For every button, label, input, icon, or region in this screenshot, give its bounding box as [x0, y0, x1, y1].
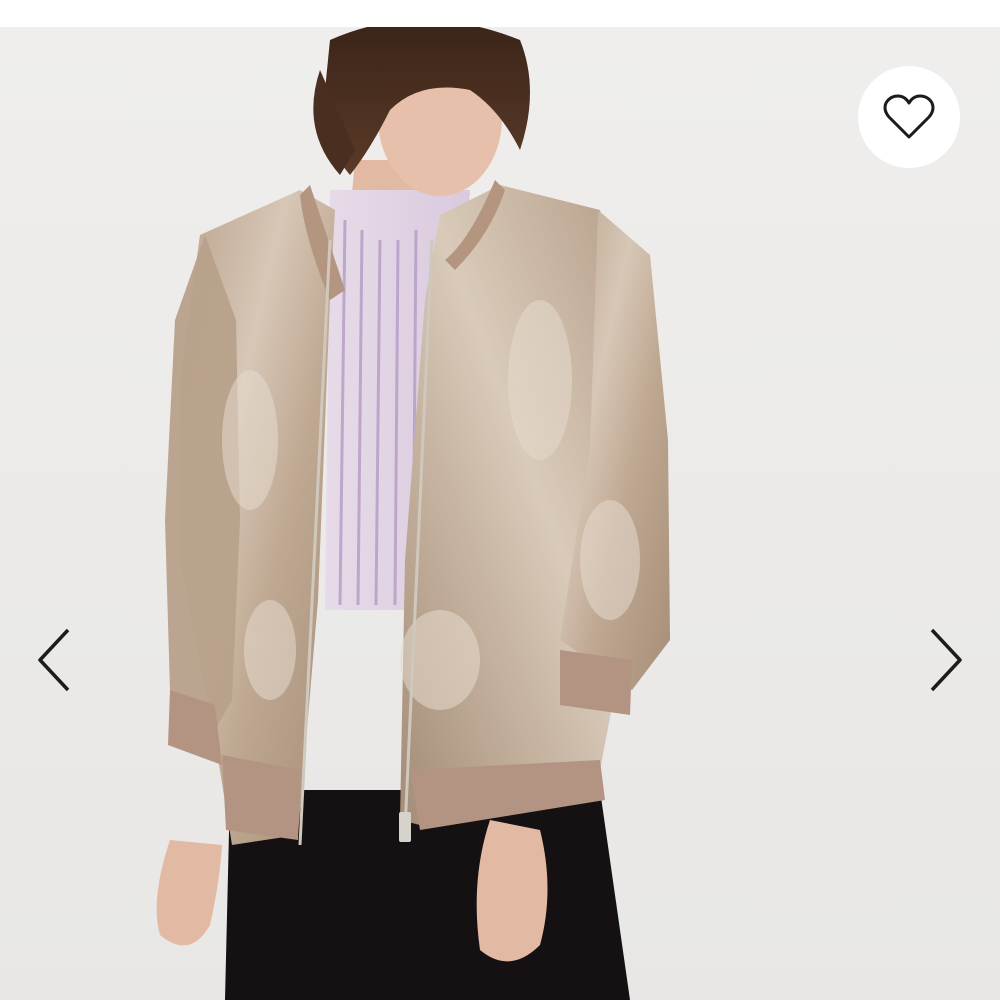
jacket-left-hem: [222, 755, 300, 840]
chevron-left-icon: [38, 628, 70, 692]
previous-image-button[interactable]: [24, 622, 84, 698]
heart-outline-icon: [883, 94, 935, 139]
favorite-button[interactable]: [858, 66, 960, 168]
product-image-viewer: [0, 0, 1000, 1000]
product-photo-illustration: [156, 27, 670, 1000]
product-photo: [0, 27, 1000, 1000]
next-image-button[interactable]: [916, 622, 976, 698]
chevron-right-icon: [930, 628, 962, 692]
zipper-pull: [399, 812, 411, 842]
